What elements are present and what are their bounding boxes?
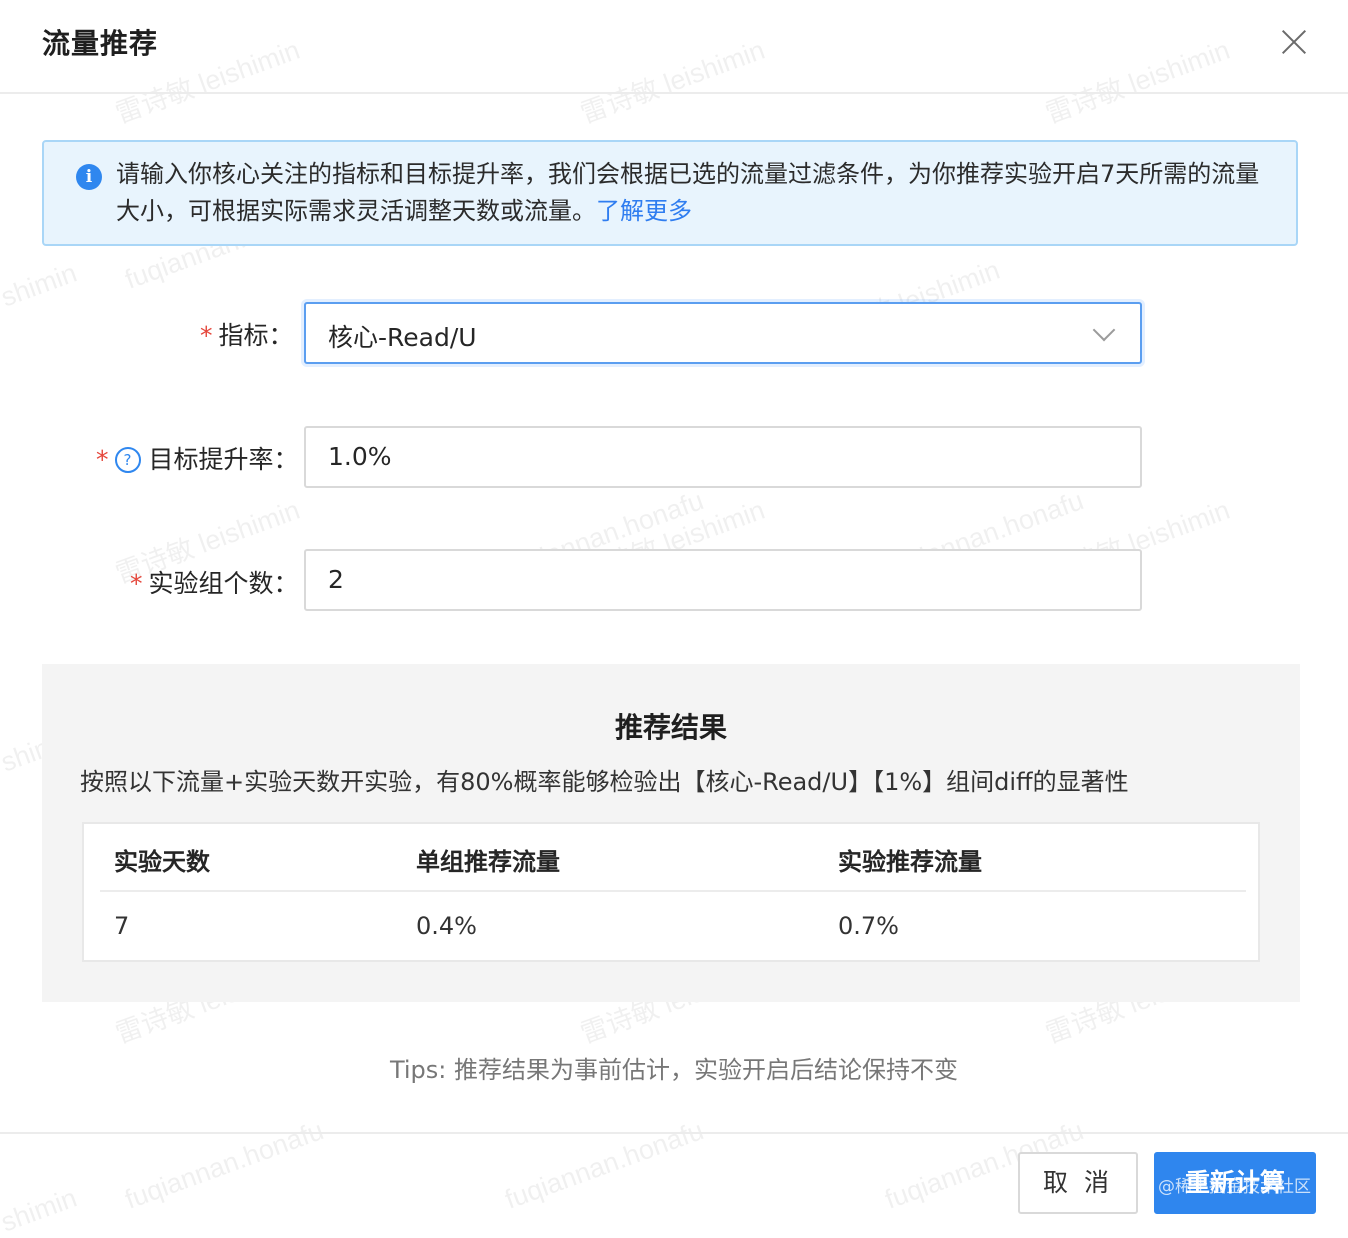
cancel-button[interactable]: 取 消: [1018, 1152, 1138, 1214]
help-icon[interactable]: ?: [114, 447, 141, 473]
group-count-input[interactable]: 2: [304, 549, 1142, 611]
watermark-text: fuqiannan.honafu: [500, 1115, 708, 1215]
header-divider: [0, 92, 1348, 94]
watermark-text: 雷诗敏 leishimin: [1041, 34, 1234, 130]
table-header-total-traffic: 实验推荐流量: [838, 848, 982, 876]
alert-message: 请输入你核心关注的指标和目标提升率，我们会根据已选的流量过滤条件，为你推荐实验开…: [116, 156, 1276, 230]
learn-more-link[interactable]: 了解更多: [596, 197, 692, 225]
required-mark: *: [96, 445, 109, 474]
close-icon[interactable]: [1280, 28, 1308, 56]
chevron-down-icon: [1092, 318, 1116, 342]
table-cell-total-traffic: 0.7%: [838, 912, 899, 940]
table-cell-days: 7: [114, 912, 130, 940]
group-count-label: * 实验组个数：: [130, 564, 299, 600]
dialog-title: 流量推荐: [42, 27, 159, 60]
target-rate-input[interactable]: 1.0%: [304, 426, 1142, 488]
result-description: 按照以下流量+实验天数开实验，有80%概率能够检验出【核心-Read/U】【1%…: [80, 768, 1129, 796]
watermark-text: shimin: [0, 257, 81, 313]
target-rate-label: *? 目标提升率：: [96, 440, 299, 476]
table-header-group-traffic: 单组推荐流量: [416, 848, 560, 876]
info-alert: i 请输入你核心关注的指标和目标提升率，我们会根据已选的流量过滤条件，为你推荐实…: [42, 140, 1298, 246]
result-panel: 推荐结果 按照以下流量+实验天数开实验，有80%概率能够检验出【核心-Read/…: [42, 664, 1300, 1002]
metric-select-value: 核心-Read/U: [328, 323, 477, 352]
corner-watermark: @稀土掘金技术社区: [1158, 1177, 1311, 1197]
metric-label-text: 指标：: [218, 321, 294, 350]
watermark-text: 雷诗敏 leishimin: [576, 34, 769, 130]
tips-text: Tips: 推荐结果为事前估计，实验开启后结论保持不变: [389, 1056, 959, 1084]
metric-select[interactable]: 核心-Read/U: [304, 302, 1142, 364]
required-mark: *: [130, 569, 143, 598]
group-count-value: 2: [328, 565, 344, 594]
metric-label: * 指标：: [200, 316, 294, 352]
footer-divider: [0, 1132, 1348, 1134]
table-divider: [100, 890, 1246, 892]
table-cell-group-traffic: 0.4%: [416, 912, 477, 940]
result-table: 实验天数 单组推荐流量 实验推荐流量 7 0.4% 0.7%: [82, 822, 1260, 962]
result-title: 推荐结果: [614, 711, 727, 744]
table-header-days: 实验天数: [114, 848, 210, 876]
required-mark: *: [200, 321, 213, 350]
info-icon: i: [76, 164, 102, 190]
watermark-text: fuqiannan.honafu: [120, 1115, 328, 1215]
group-count-label-text: 实验组个数：: [148, 569, 299, 598]
target-rate-label-text: 目标提升率：: [148, 445, 299, 474]
watermark-text: shimin: [0, 1182, 81, 1238]
target-rate-value: 1.0%: [328, 442, 392, 471]
